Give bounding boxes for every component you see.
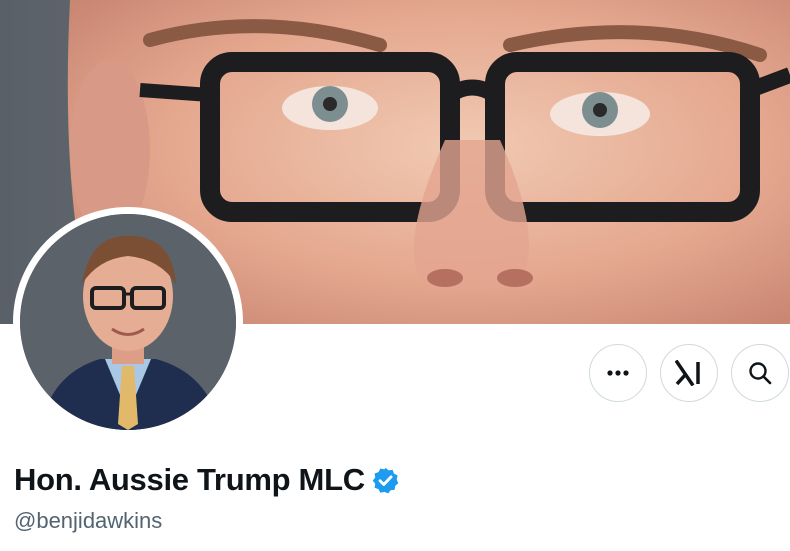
avatar[interactable]	[20, 214, 236, 430]
display-name-text: Hon. Aussie Trump MLC	[14, 462, 365, 497]
handle: @benjidawkins	[14, 508, 163, 533]
more-icon	[607, 370, 629, 376]
display-name: Hon. Aussie Trump MLC	[14, 462, 400, 498]
search-button[interactable]	[731, 344, 789, 402]
verified-badge-icon[interactable]	[371, 466, 400, 495]
more-button[interactable]	[589, 344, 647, 402]
grok-button[interactable]	[660, 344, 718, 402]
search-icon	[749, 362, 772, 385]
grok-icon	[675, 360, 700, 386]
avatar-image	[20, 214, 236, 430]
